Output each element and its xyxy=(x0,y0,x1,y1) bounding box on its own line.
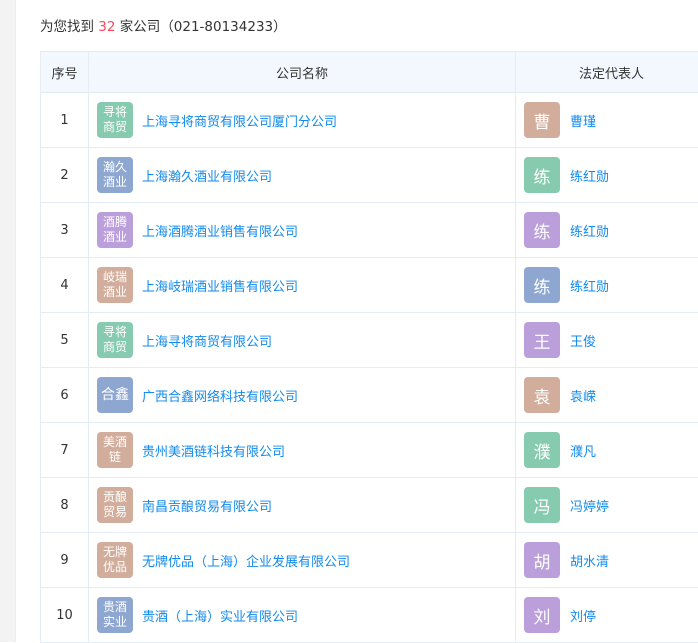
legal-rep-cell: 胡胡水清 xyxy=(516,533,698,588)
company-cell: 合鑫广西合鑫网络科技有限公司 xyxy=(89,368,516,423)
table-row: 10贵酒 实业贵酒（上海）实业有限公司刘刘停 xyxy=(41,588,698,643)
company-name-link[interactable]: 无牌优品（上海）企业发展有限公司 xyxy=(142,551,350,570)
company-logo[interactable]: 酒腾 酒业 xyxy=(97,212,133,248)
legal-rep-cell: 刘刘停 xyxy=(516,588,698,643)
company-logo[interactable]: 寻将 商贸 xyxy=(97,102,133,138)
company-logo[interactable]: 岐瑞 酒业 xyxy=(97,267,133,303)
person-avatar[interactable]: 练 xyxy=(524,212,560,248)
legal-rep-cell: 王王俊 xyxy=(516,313,698,368)
row-index: 9 xyxy=(41,533,89,588)
company-name-link[interactable]: 南昌贡酿贸易有限公司 xyxy=(142,496,272,515)
person-avatar[interactable]: 练 xyxy=(524,157,560,193)
company-name-link[interactable]: 贵酒（上海）实业有限公司 xyxy=(142,606,298,625)
table-row: 2瀚久 酒业上海瀚久酒业有限公司练练红勋 xyxy=(41,148,698,203)
legal-rep-cell: 曹曹瑾 xyxy=(516,93,698,148)
company-name-link[interactable]: 上海寻将商贸有限公司 xyxy=(142,331,272,350)
row-index: 5 xyxy=(41,313,89,368)
row-index: 8 xyxy=(41,478,89,533)
header-company-name: 公司名称 xyxy=(89,52,516,93)
legal-rep-link[interactable]: 濮凡 xyxy=(570,441,596,460)
legal-rep-cell: 冯冯婷婷 xyxy=(516,478,698,533)
company-logo[interactable]: 贵酒 实业 xyxy=(97,597,133,633)
legal-rep-cell: 袁袁嵘 xyxy=(516,368,698,423)
company-name-link[interactable]: 上海寻将商贸有限公司厦门分公司 xyxy=(142,111,337,130)
company-name-link[interactable]: 广西合鑫网络科技有限公司 xyxy=(142,386,298,405)
person-avatar[interactable]: 濮 xyxy=(524,432,560,468)
row-index: 7 xyxy=(41,423,89,478)
person-avatar[interactable]: 练 xyxy=(524,267,560,303)
row-index: 10 xyxy=(41,588,89,643)
summary-prefix: 为您找到 xyxy=(40,19,94,35)
summary-suffix: 家公司（021-80134233） xyxy=(120,19,287,35)
table-row: 3酒腾 酒业上海酒腾酒业销售有限公司练练红勋 xyxy=(41,203,698,258)
legal-rep-cell: 练练红勋 xyxy=(516,203,698,258)
legal-rep-link[interactable]: 袁嵘 xyxy=(570,386,596,405)
company-name-link[interactable]: 贵州美酒链科技有限公司 xyxy=(142,441,285,460)
company-table: 序号 公司名称 法定代表人 1寻将 商贸上海寻将商贸有限公司厦门分公司曹曹瑾2瀚… xyxy=(40,51,698,643)
table-row: 7美酒 链贵州美酒链科技有限公司濮濮凡 xyxy=(41,423,698,478)
company-logo[interactable]: 美酒 链 xyxy=(97,432,133,468)
company-logo[interactable]: 无牌 优品 xyxy=(97,542,133,578)
company-cell: 美酒 链贵州美酒链科技有限公司 xyxy=(89,423,516,478)
legal-rep-link[interactable]: 练红勋 xyxy=(570,166,609,185)
company-cell: 无牌 优品无牌优品（上海）企业发展有限公司 xyxy=(89,533,516,588)
company-logo[interactable]: 瀚久 酒业 xyxy=(97,157,133,193)
legal-rep-cell: 练练红勋 xyxy=(516,148,698,203)
company-cell: 贡酿 贸易南昌贡酿贸易有限公司 xyxy=(89,478,516,533)
legal-rep-link[interactable]: 胡水清 xyxy=(570,551,609,570)
table-header-row: 序号 公司名称 法定代表人 xyxy=(41,52,698,93)
person-avatar[interactable]: 曹 xyxy=(524,102,560,138)
legal-rep-cell: 练练红勋 xyxy=(516,258,698,313)
person-avatar[interactable]: 王 xyxy=(524,322,560,358)
row-index: 1 xyxy=(41,93,89,148)
legal-rep-link[interactable]: 练红勋 xyxy=(570,221,609,240)
legal-rep-link[interactable]: 刘停 xyxy=(570,606,596,625)
header-index: 序号 xyxy=(41,52,89,93)
table-row: 1寻将 商贸上海寻将商贸有限公司厦门分公司曹曹瑾 xyxy=(41,93,698,148)
result-summary: 为您找到 32 家公司（021-80134233） xyxy=(40,15,287,35)
legal-rep-link[interactable]: 曹瑾 xyxy=(570,111,596,130)
company-name-link[interactable]: 上海酒腾酒业销售有限公司 xyxy=(142,221,298,240)
table-row: 4岐瑞 酒业上海岐瑞酒业销售有限公司练练红勋 xyxy=(41,258,698,313)
table-row: 5寻将 商贸上海寻将商贸有限公司王王俊 xyxy=(41,313,698,368)
person-avatar[interactable]: 刘 xyxy=(524,597,560,633)
table-row: 8贡酿 贸易南昌贡酿贸易有限公司冯冯婷婷 xyxy=(41,478,698,533)
company-cell: 岐瑞 酒业上海岐瑞酒业销售有限公司 xyxy=(89,258,516,313)
row-index: 6 xyxy=(41,368,89,423)
row-index: 2 xyxy=(41,148,89,203)
company-logo[interactable]: 贡酿 贸易 xyxy=(97,487,133,523)
result-count: 32 xyxy=(98,19,115,35)
company-cell: 瀚久 酒业上海瀚久酒业有限公司 xyxy=(89,148,516,203)
legal-rep-cell: 濮濮凡 xyxy=(516,423,698,478)
person-avatar[interactable]: 胡 xyxy=(524,542,560,578)
person-avatar[interactable]: 冯 xyxy=(524,487,560,523)
table-row: 6合鑫广西合鑫网络科技有限公司袁袁嵘 xyxy=(41,368,698,423)
header-legal-representative: 法定代表人 xyxy=(516,52,698,93)
company-name-link[interactable]: 上海岐瑞酒业销售有限公司 xyxy=(142,276,298,295)
left-sidebar-strip xyxy=(0,0,16,642)
company-logo[interactable]: 合鑫 xyxy=(97,377,133,413)
company-cell: 酒腾 酒业上海酒腾酒业销售有限公司 xyxy=(89,203,516,258)
company-logo[interactable]: 寻将 商贸 xyxy=(97,322,133,358)
company-cell: 寻将 商贸上海寻将商贸有限公司厦门分公司 xyxy=(89,93,516,148)
legal-rep-link[interactable]: 冯婷婷 xyxy=(570,496,609,515)
table-row: 9无牌 优品无牌优品（上海）企业发展有限公司胡胡水清 xyxy=(41,533,698,588)
legal-rep-link[interactable]: 王俊 xyxy=(570,331,596,350)
company-cell: 寻将 商贸上海寻将商贸有限公司 xyxy=(89,313,516,368)
row-index: 3 xyxy=(41,203,89,258)
company-cell: 贵酒 实业贵酒（上海）实业有限公司 xyxy=(89,588,516,643)
person-avatar[interactable]: 袁 xyxy=(524,377,560,413)
row-index: 4 xyxy=(41,258,89,313)
company-name-link[interactable]: 上海瀚久酒业有限公司 xyxy=(142,166,272,185)
legal-rep-link[interactable]: 练红勋 xyxy=(570,276,609,295)
